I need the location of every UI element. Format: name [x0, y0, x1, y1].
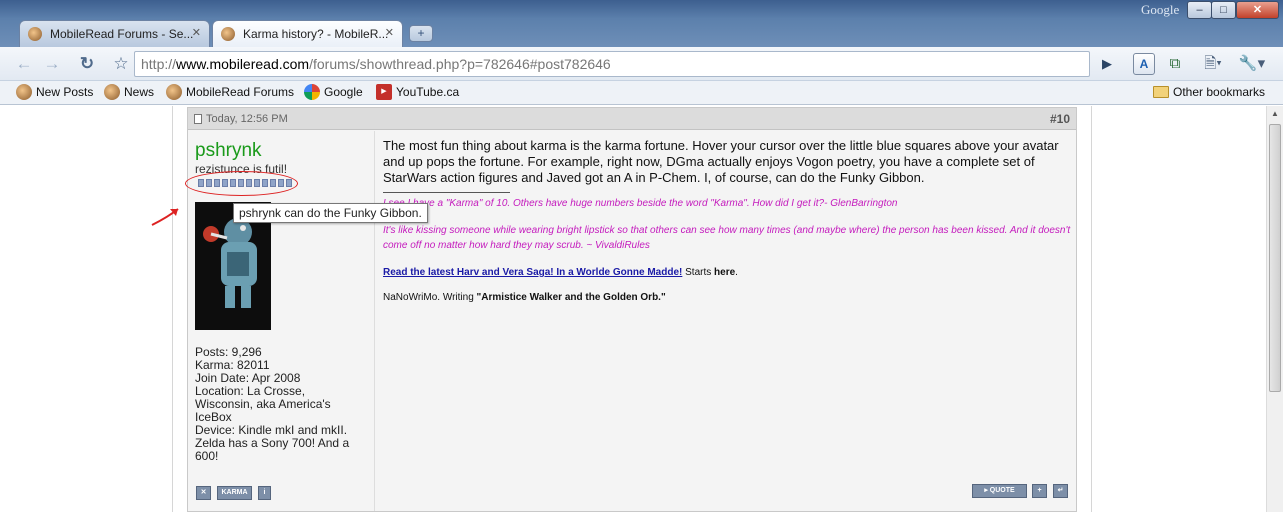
bookmark-news[interactable]: News: [104, 84, 154, 100]
post-icon: [194, 114, 202, 124]
tab-label: MobileRead Forums - Se...: [50, 27, 194, 41]
bookmark-youtube[interactable]: ▶ YouTube.ca: [376, 84, 459, 100]
bookmark-new-posts[interactable]: New Posts: [16, 84, 93, 100]
folder-icon: [1153, 86, 1169, 98]
signature-nanowrimo-line: NaNoWriMo. Writing "Armistice Walker and…: [383, 292, 1071, 303]
mobileread-favicon-icon: [166, 84, 182, 100]
quick-reply-button[interactable]: ↵: [1053, 484, 1068, 498]
minimize-button[interactable]: –: [1187, 1, 1212, 19]
bookmark-label: Google: [324, 85, 363, 99]
multiquote-button[interactable]: +: [1032, 484, 1047, 498]
vertical-scrollbar[interactable]: ▲: [1266, 106, 1283, 512]
mobileread-favicon-icon: [221, 27, 235, 41]
user-device: Device: Kindle mkI and mkII. Zelda has a…: [195, 423, 350, 463]
scroll-up-arrow-icon[interactable]: ▲: [1267, 106, 1283, 122]
signature-text: Starts: [682, 267, 715, 278]
extension-icon[interactable]: ⧉: [1165, 54, 1185, 74]
wrench-menu-icon[interactable]: 🔧▾: [1237, 54, 1267, 74]
maximize-button[interactable]: □: [1211, 1, 1236, 19]
title-bar: Google – □ ✕ MobileRead Forums - Se... ✕…: [0, 0, 1283, 47]
signature-quote: I see I have a "Karma" of 10. Others hav…: [383, 198, 898, 209]
translate-icon[interactable]: A: [1133, 53, 1155, 75]
user-location: Location: La Crosse, Wisconsin, aka Amer…: [195, 384, 331, 424]
mobileread-favicon-icon: [28, 27, 42, 41]
bookmark-label: New Posts: [36, 85, 94, 99]
here-link[interactable]: here: [714, 267, 735, 278]
username-link[interactable]: pshrynk: [195, 140, 262, 162]
post-number-link[interactable]: #10: [1050, 112, 1070, 126]
quote-button[interactable]: ▸ QUOTE: [972, 484, 1027, 498]
signature-text: .: [735, 267, 738, 278]
post-date: Today, 12:56 PM: [206, 113, 288, 125]
bookmark-label: News: [124, 85, 155, 99]
nanowrimo-title: "Armistice Walker and the Golden Orb.": [476, 292, 666, 303]
post-header: Today, 12:56 PM #10: [188, 108, 1076, 130]
signature-divider: [383, 192, 510, 193]
signature-quote: It's like kissing someone while wearing …: [383, 225, 1071, 251]
bookmark-google[interactable]: Google: [304, 84, 363, 100]
karma-fortune-tooltip: pshrynk can do the Funky Gibbon.: [233, 203, 428, 223]
url-scheme: http://: [141, 56, 177, 72]
info-button[interactable]: i: [258, 486, 271, 500]
mobileread-favicon-icon: [16, 84, 32, 100]
bookmark-label: MobileRead Forums: [186, 85, 295, 99]
tab-close-icon[interactable]: ✕: [192, 26, 201, 39]
tab-karma-history[interactable]: Karma history? - MobileR... ✕: [212, 20, 403, 47]
url-host: www.mobileread.com: [176, 56, 310, 72]
bookmark-label: Other bookmarks: [1173, 85, 1266, 99]
bookmark-label: YouTube.ca: [396, 85, 460, 99]
page-menu-icon[interactable]: 🗎▾: [1199, 54, 1227, 74]
report-post-button[interactable]: ✕: [196, 486, 211, 500]
navigation-toolbar: ← → ↻ ☆ http://www.mobileread.com/forums…: [0, 47, 1283, 81]
go-play-icon[interactable]: ▶: [1097, 54, 1117, 74]
post-message: The most fun thing about karma is the ka…: [383, 138, 1059, 185]
forum-post: Today, 12:56 PM #10 pshrynk rezistunce i…: [151, 107, 1077, 512]
forward-arrow-icon[interactable]: →: [42, 54, 62, 74]
address-bar[interactable]: http://www.mobileread.com/forums/showthr…: [134, 51, 1090, 77]
url-path: /forums/showthread.php?p=782646#post7826…: [309, 56, 611, 72]
new-tab-button[interactable]: +: [409, 25, 433, 42]
bookmark-star-icon[interactable]: ☆: [111, 54, 131, 74]
back-arrow-icon[interactable]: ←: [14, 54, 34, 74]
user-info-column: pshrynk rezistunce is futil! Posts: 9,29…: [151, 131, 428, 511]
other-bookmarks-folder[interactable]: Other bookmarks: [1153, 84, 1265, 100]
saga-link[interactable]: Read the latest Harv and Vera Saga! In a…: [383, 267, 682, 278]
signature-saga-line: Read the latest Harv and Vera Saga! In a…: [383, 267, 1071, 278]
bookmarks-bar: New Posts News MobileRead Forums Google …: [0, 81, 1283, 105]
reload-icon[interactable]: ↻: [77, 54, 97, 74]
tab-mobileread-forums[interactable]: MobileRead Forums - Se... ✕: [19, 20, 210, 47]
search-engine-label: Google: [1141, 2, 1180, 17]
youtube-favicon-icon: ▶: [376, 84, 392, 100]
tab-label: Karma history? - MobileR...: [243, 27, 389, 41]
google-favicon-icon: [304, 84, 320, 100]
close-window-button[interactable]: ✕: [1236, 1, 1279, 19]
bookmark-mobileread-forums[interactable]: MobileRead Forums: [166, 84, 294, 100]
tab-close-icon[interactable]: ✕: [385, 26, 394, 39]
scroll-thumb[interactable]: [1269, 124, 1281, 392]
user-stats: Posts: 9,296 Karma: 82011 Join Date: Apr…: [195, 346, 365, 463]
post-body: The most fun thing about karma is the ka…: [383, 138, 1071, 303]
mobileread-favicon-icon: [104, 84, 120, 100]
karma-button[interactable]: KARMA: [217, 486, 252, 500]
signature-text: NaNoWriMo. Writing: [383, 292, 477, 303]
